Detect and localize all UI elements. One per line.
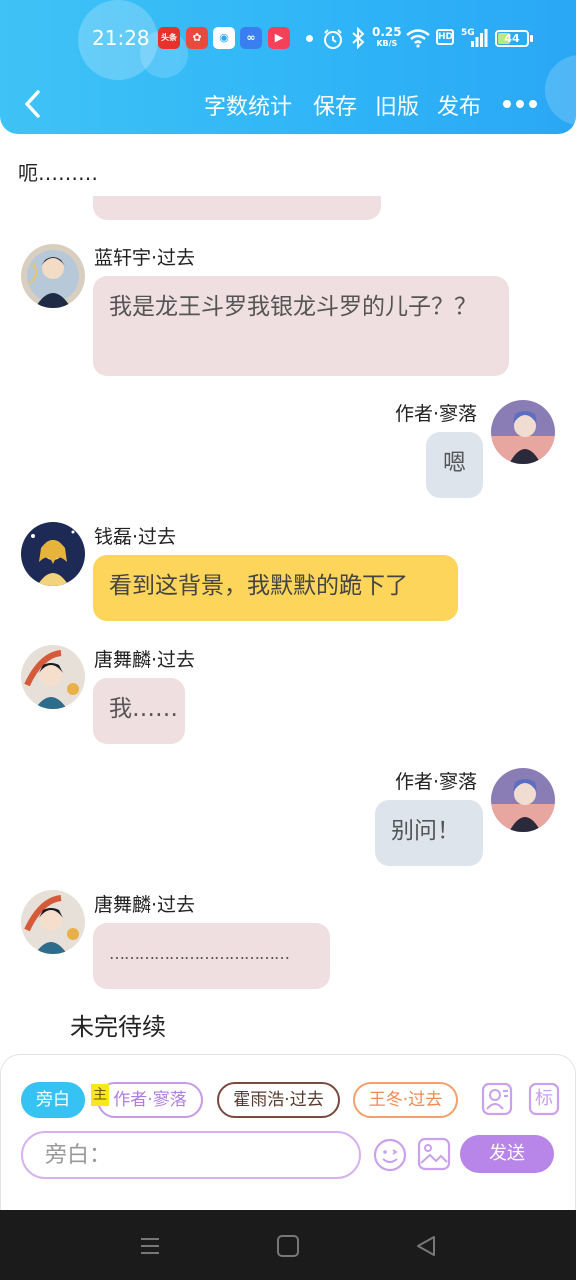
chat-bubble[interactable]: 我…… [93,678,185,744]
hd-badge: HD [436,29,454,45]
chat-bubble[interactable]: ……………………………… [93,923,330,989]
sender-name: 钱磊·过去 [94,526,177,548]
sender-name: 作者·寥落 [395,403,478,425]
message-text: ……………………………… [109,944,290,963]
battery-cap [530,35,533,42]
alarm-icon [324,29,342,49]
message-text: 看到这背景，我默默的跪下了 [109,573,408,599]
news-app-icon: 头条 [158,27,180,49]
role-chip-huo-yuhao[interactable]: 霍雨浩·过去 [217,1082,340,1118]
sender-name: 作者·寥落 [395,771,478,793]
tag-biao-icon[interactable]: 标 [528,1082,560,1116]
person-card-icon[interactable] [481,1082,513,1116]
role-chip-wang-dong[interactable]: 王冬·过去 [353,1082,458,1118]
message-text: 我是龙王斗罗我银龙斗罗的儿子？？ [109,294,477,320]
bluetooth-icon [352,27,365,49]
intro-text: 呃……… [18,161,98,185]
save-button[interactable]: 保存 [313,89,357,121]
sender-name: 唐舞麟·过去 [94,649,196,671]
message-text: 别问！ [391,818,460,844]
infinity-app-icon: ∞ [240,27,262,49]
avatar[interactable] [21,890,85,954]
word-count-button[interactable]: 字数统计 [204,89,292,121]
location-app-icon: ◉ [213,27,235,49]
avatar[interactable] [21,645,85,709]
narration-input[interactable] [21,1131,361,1179]
partial-chat-bubble [93,196,381,220]
image-icon[interactable] [417,1137,451,1171]
chevron-left-icon [25,90,40,118]
back-triangle-icon[interactable] [412,1232,440,1260]
old-version-button[interactable]: 旧版 [375,89,419,121]
publish-button[interactable]: 发布 [437,89,481,121]
notification-dot-icon [306,35,313,42]
status-bar: 21:28 头条 ✿ ◉ ∞ ▶ 0.25 KB/S HD 5G 44 [0,20,576,56]
network-speed: 0.25 KB/S [372,26,402,50]
weibo-app-icon: ✿ [186,27,208,49]
back-button[interactable] [18,86,48,122]
chat-bubble[interactable]: 我是龙王斗罗我银龙斗罗的儿子？？ [93,276,509,376]
avatar[interactable] [491,768,555,832]
avatar[interactable] [21,244,85,308]
to-be-continued-text: 未完待续 [70,1013,166,1041]
battery-icon: 44 [495,30,529,47]
tag-label: 标 [535,1088,553,1109]
role-chip-author[interactable]: 作者·寥落 [97,1082,203,1118]
battery-level: 44 [504,32,520,45]
sender-name: 唐舞麟·过去 [94,894,196,916]
sender-name: 蓝轩宇·过去 [94,247,196,269]
network-speed-value: 0.25 [372,25,402,39]
avatar[interactable] [21,522,85,586]
home-icon[interactable] [274,1232,302,1260]
send-button[interactable]: 发送 [460,1135,554,1173]
chat-bubble[interactable]: 看到这背景，我默默的跪下了 [93,555,458,621]
more-dots-icon[interactable] [503,100,539,110]
video-app-icon: ▶ [268,27,290,49]
chat-bubble[interactable]: 别问！ [375,800,483,866]
message-text: 我…… [109,696,178,722]
top-nav: 字数统计 保存 旧版 发布 [0,80,576,130]
smiley-icon[interactable] [372,1137,408,1173]
signal-icon [471,29,488,47]
main-role-tag: 主 [91,1084,109,1106]
menu-icon[interactable] [136,1232,164,1260]
app-header: 21:28 头条 ✿ ◉ ∞ ▶ 0.25 KB/S HD 5G 44 字数统计… [0,0,576,134]
clock: 21:28 [92,26,150,50]
avatar[interactable] [491,400,555,464]
network-speed-unit: KB/S [376,39,398,48]
role-chip-narration[interactable]: 旁白 [21,1082,85,1118]
system-nav-bar [0,1210,576,1280]
message-text: 嗯 [443,450,466,476]
composer-panel: 旁白 作者·寥落 主 霍雨浩·过去 王冬·过去 标 发送 [0,1054,576,1210]
chat-bubble[interactable]: 嗯 [426,432,483,498]
wifi-icon [406,29,430,48]
